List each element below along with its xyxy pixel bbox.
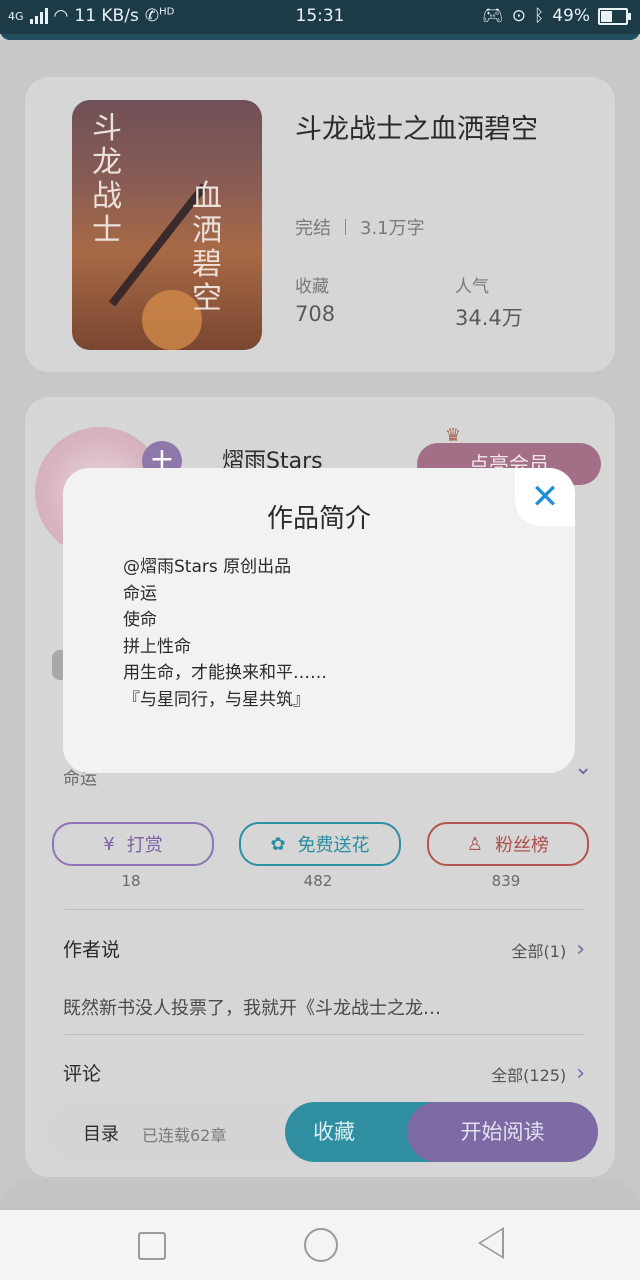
- book-status: 完结: [295, 218, 331, 239]
- home-icon[interactable]: [304, 1228, 338, 1262]
- synopsis-dialog: 作品简介 ✕ @熠雨Stars 原创出品 命运 使命 拼上性命 用生命，才能换来…: [63, 468, 575, 773]
- catalog-button[interactable]: 目录: [83, 1120, 119, 1146]
- synopsis-line: @熠雨Stars 原创出品: [123, 557, 292, 577]
- author-says-title: 作者说: [63, 939, 121, 961]
- book-cover[interactable]: 斗龙战士 血洒碧空: [72, 100, 262, 350]
- gamepad-icon: 🎮︎: [482, 6, 504, 26]
- synopsis-line: 『与星同行，与星共筑』: [123, 689, 310, 710]
- comments-title: 评论: [63, 1063, 102, 1085]
- author-says-all-link[interactable]: 全部(1) ›: [512, 937, 585, 962]
- cover-title-left: 斗龙战士: [92, 111, 122, 248]
- bottom-action-bar: 目录 已连载62章 收藏 开始阅读: [46, 1102, 598, 1162]
- fan-ranking-button[interactable]: ♙ 粉丝榜: [427, 822, 589, 866]
- battery-percent: 49%: [552, 6, 590, 26]
- tip-count: 18: [121, 872, 141, 890]
- meta-divider: [345, 219, 346, 235]
- system-nav-bar: [0, 1210, 640, 1280]
- recent-apps-icon[interactable]: [138, 1232, 166, 1260]
- favorites-label: 收藏: [295, 277, 329, 297]
- author-says-all-label: 全部(1): [511, 941, 567, 961]
- free-flower-button[interactable]: ✿ 免费送花: [239, 822, 401, 866]
- chevron-right-icon: ›: [576, 937, 585, 962]
- yen-coin-icon: ¥: [103, 833, 115, 855]
- flower-count: 482: [303, 872, 333, 890]
- status-bar: 4G ◠ 11 KB/s ✆HD 15:31 🎮︎ ⊙ ᛒ 49%: [0, 0, 640, 34]
- battery-icon: [598, 7, 631, 25]
- cover-title-right: 血洒碧空: [192, 179, 222, 316]
- author-says-preview[interactable]: 既然新书没人投票了，我就开《斗龙战士之龙…: [63, 994, 563, 1020]
- chapter-count: 已连载62章: [142, 1126, 227, 1145]
- flower-label: 免费送花: [297, 835, 370, 856]
- start-reading-button[interactable]: 开始阅读: [407, 1102, 598, 1162]
- close-icon[interactable]: ✕: [515, 468, 575, 526]
- synopsis-line: 拼上性命: [123, 636, 191, 657]
- synopsis-line: 命运: [123, 583, 157, 604]
- bluetooth-icon: ᛒ: [534, 6, 545, 26]
- fans-count: 839: [491, 872, 521, 890]
- back-icon[interactable]: [478, 1227, 504, 1259]
- dialog-title: 作品简介: [266, 504, 371, 534]
- fan-user-icon: ♙: [466, 833, 484, 855]
- popularity-label: 人气: [455, 277, 489, 297]
- popularity-value: 34.4万: [455, 306, 523, 330]
- book-title: 斗龙战士之血洒碧空: [295, 114, 538, 145]
- synopsis-line: 使命: [123, 610, 157, 630]
- fans-label: 粉丝榜: [495, 835, 550, 856]
- rotation-lock-icon: ⊙: [511, 6, 526, 26]
- book-info-card: 斗龙战士 血洒碧空 斗龙战士之血洒碧空 完结 3.1万字 收藏 708 人气 3…: [25, 77, 615, 372]
- comments-all-label: 全部(125): [491, 1065, 567, 1085]
- synopsis-text: @熠雨Stars 原创出品 命运 使命 拼上性命 用生命，才能换来和平…… 『与…: [123, 554, 327, 713]
- favorites-value: 708: [295, 302, 336, 326]
- comments-all-link[interactable]: 全部(125) ›: [491, 1061, 585, 1086]
- tip-label: 打赏: [126, 835, 163, 856]
- synopsis-line: 用生命，才能换来和平……: [123, 663, 327, 683]
- divider: [65, 909, 585, 910]
- tip-button[interactable]: ¥ 打赏: [52, 822, 214, 866]
- chevron-right-icon: ›: [576, 1061, 585, 1086]
- divider: [65, 1034, 585, 1035]
- word-count: 3.1万字: [360, 218, 425, 239]
- book-meta: 完结 3.1万字: [295, 214, 425, 240]
- flower-icon: ✿: [270, 833, 286, 855]
- chevron-down-icon[interactable]: ⌄: [574, 755, 592, 780]
